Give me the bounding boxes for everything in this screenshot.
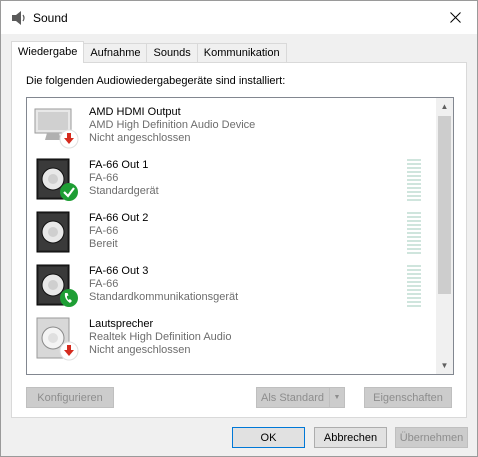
device-status: Standardgerät: [89, 185, 159, 197]
tab-strip: Wiedergabe Aufnahme Sounds Kommunikation: [11, 41, 287, 63]
device-driver: FA-66: [89, 278, 119, 290]
device-name: FA-66 Out 1: [89, 159, 149, 171]
device-status: Bereit: [89, 238, 118, 250]
device-name: AMD HDMI Output: [89, 106, 181, 118]
tab-kommunikation[interactable]: Kommunikation: [196, 43, 287, 63]
speaker-box-icon: [36, 317, 79, 361]
properties-button[interactable]: Eigenschaften: [364, 387, 452, 408]
scroll-up-icon[interactable]: ▲: [436, 98, 453, 115]
close-button[interactable]: [433, 1, 477, 34]
device-driver: FA-66: [89, 225, 119, 237]
tab-aufnahme[interactable]: Aufnahme: [83, 43, 148, 63]
speaker-icon: [12, 11, 25, 25]
apply-button[interactable]: Übernehmen: [395, 427, 468, 448]
device-name: FA-66 Out 3: [89, 265, 149, 277]
scroll-thumb[interactable]: [438, 116, 451, 294]
device-status: Standardkommunikationsgerät: [89, 291, 239, 303]
configure-button[interactable]: Konfigurieren: [26, 387, 114, 408]
device-status: Nicht angeschlossen: [89, 344, 191, 356]
volume-meter: [407, 212, 421, 256]
scroll-down-icon[interactable]: ▼: [436, 357, 453, 374]
device-driver: AMD High Definition Audio Device: [89, 119, 256, 131]
window-title: Sound: [33, 11, 68, 25]
device-name: Lautsprecher: [89, 318, 154, 330]
set-default-label: Als Standard: [261, 391, 324, 404]
intro-text: Die folgenden Audiowiedergabegeräte sind…: [26, 75, 286, 87]
list-item[interactable]: FA-66 Out 1 FA-66 Standardgerät: [27, 153, 437, 206]
phone-icon: [60, 289, 78, 307]
device-status: Nicht angeschlossen: [89, 132, 191, 144]
device-driver: Realtek High Definition Audio: [89, 331, 232, 343]
tab-sounds[interactable]: Sounds: [146, 43, 198, 63]
list-item[interactable]: AMD HDMI Output AMD High Definition Audi…: [27, 100, 437, 153]
list-item[interactable]: Lautsprecher Realtek High Definition Aud…: [27, 312, 437, 365]
speaker-box-icon: [36, 264, 78, 307]
volume-meter: [407, 265, 421, 309]
title-bar: Sound: [1, 1, 477, 34]
list-item[interactable]: FA-66 Out 2 FA-66 Bereit: [27, 206, 437, 259]
close-icon: [449, 12, 461, 23]
set-default-button[interactable]: Als Standard ▼: [256, 387, 345, 408]
vertical-scrollbar[interactable]: ▲ ▼: [436, 98, 453, 374]
volume-meter: [407, 159, 421, 203]
default-check-icon: [60, 183, 78, 201]
speaker-box-icon: [36, 158, 78, 201]
speaker-box-icon: [36, 211, 70, 253]
cancel-button[interactable]: Abbrechen: [314, 427, 387, 448]
monitor-icon: [34, 108, 79, 149]
sound-dialog: Sound Wiedergabe Aufnahme Sounds Kommuni…: [0, 0, 478, 457]
tab-wiedergabe[interactable]: Wiedergabe: [11, 41, 85, 63]
device-list[interactable]: AMD HDMI Output AMD High Definition Audi…: [26, 97, 454, 375]
chevron-down-icon[interactable]: ▼: [329, 388, 344, 407]
list-item[interactable]: FA-66 Out 3 FA-66 Standardkommunikations…: [27, 259, 437, 312]
device-name: FA-66 Out 2: [89, 212, 149, 224]
device-driver: FA-66: [89, 172, 119, 184]
playback-panel: Die folgenden Audiowiedergabegeräte sind…: [11, 62, 467, 418]
ok-button[interactable]: OK: [232, 427, 305, 448]
